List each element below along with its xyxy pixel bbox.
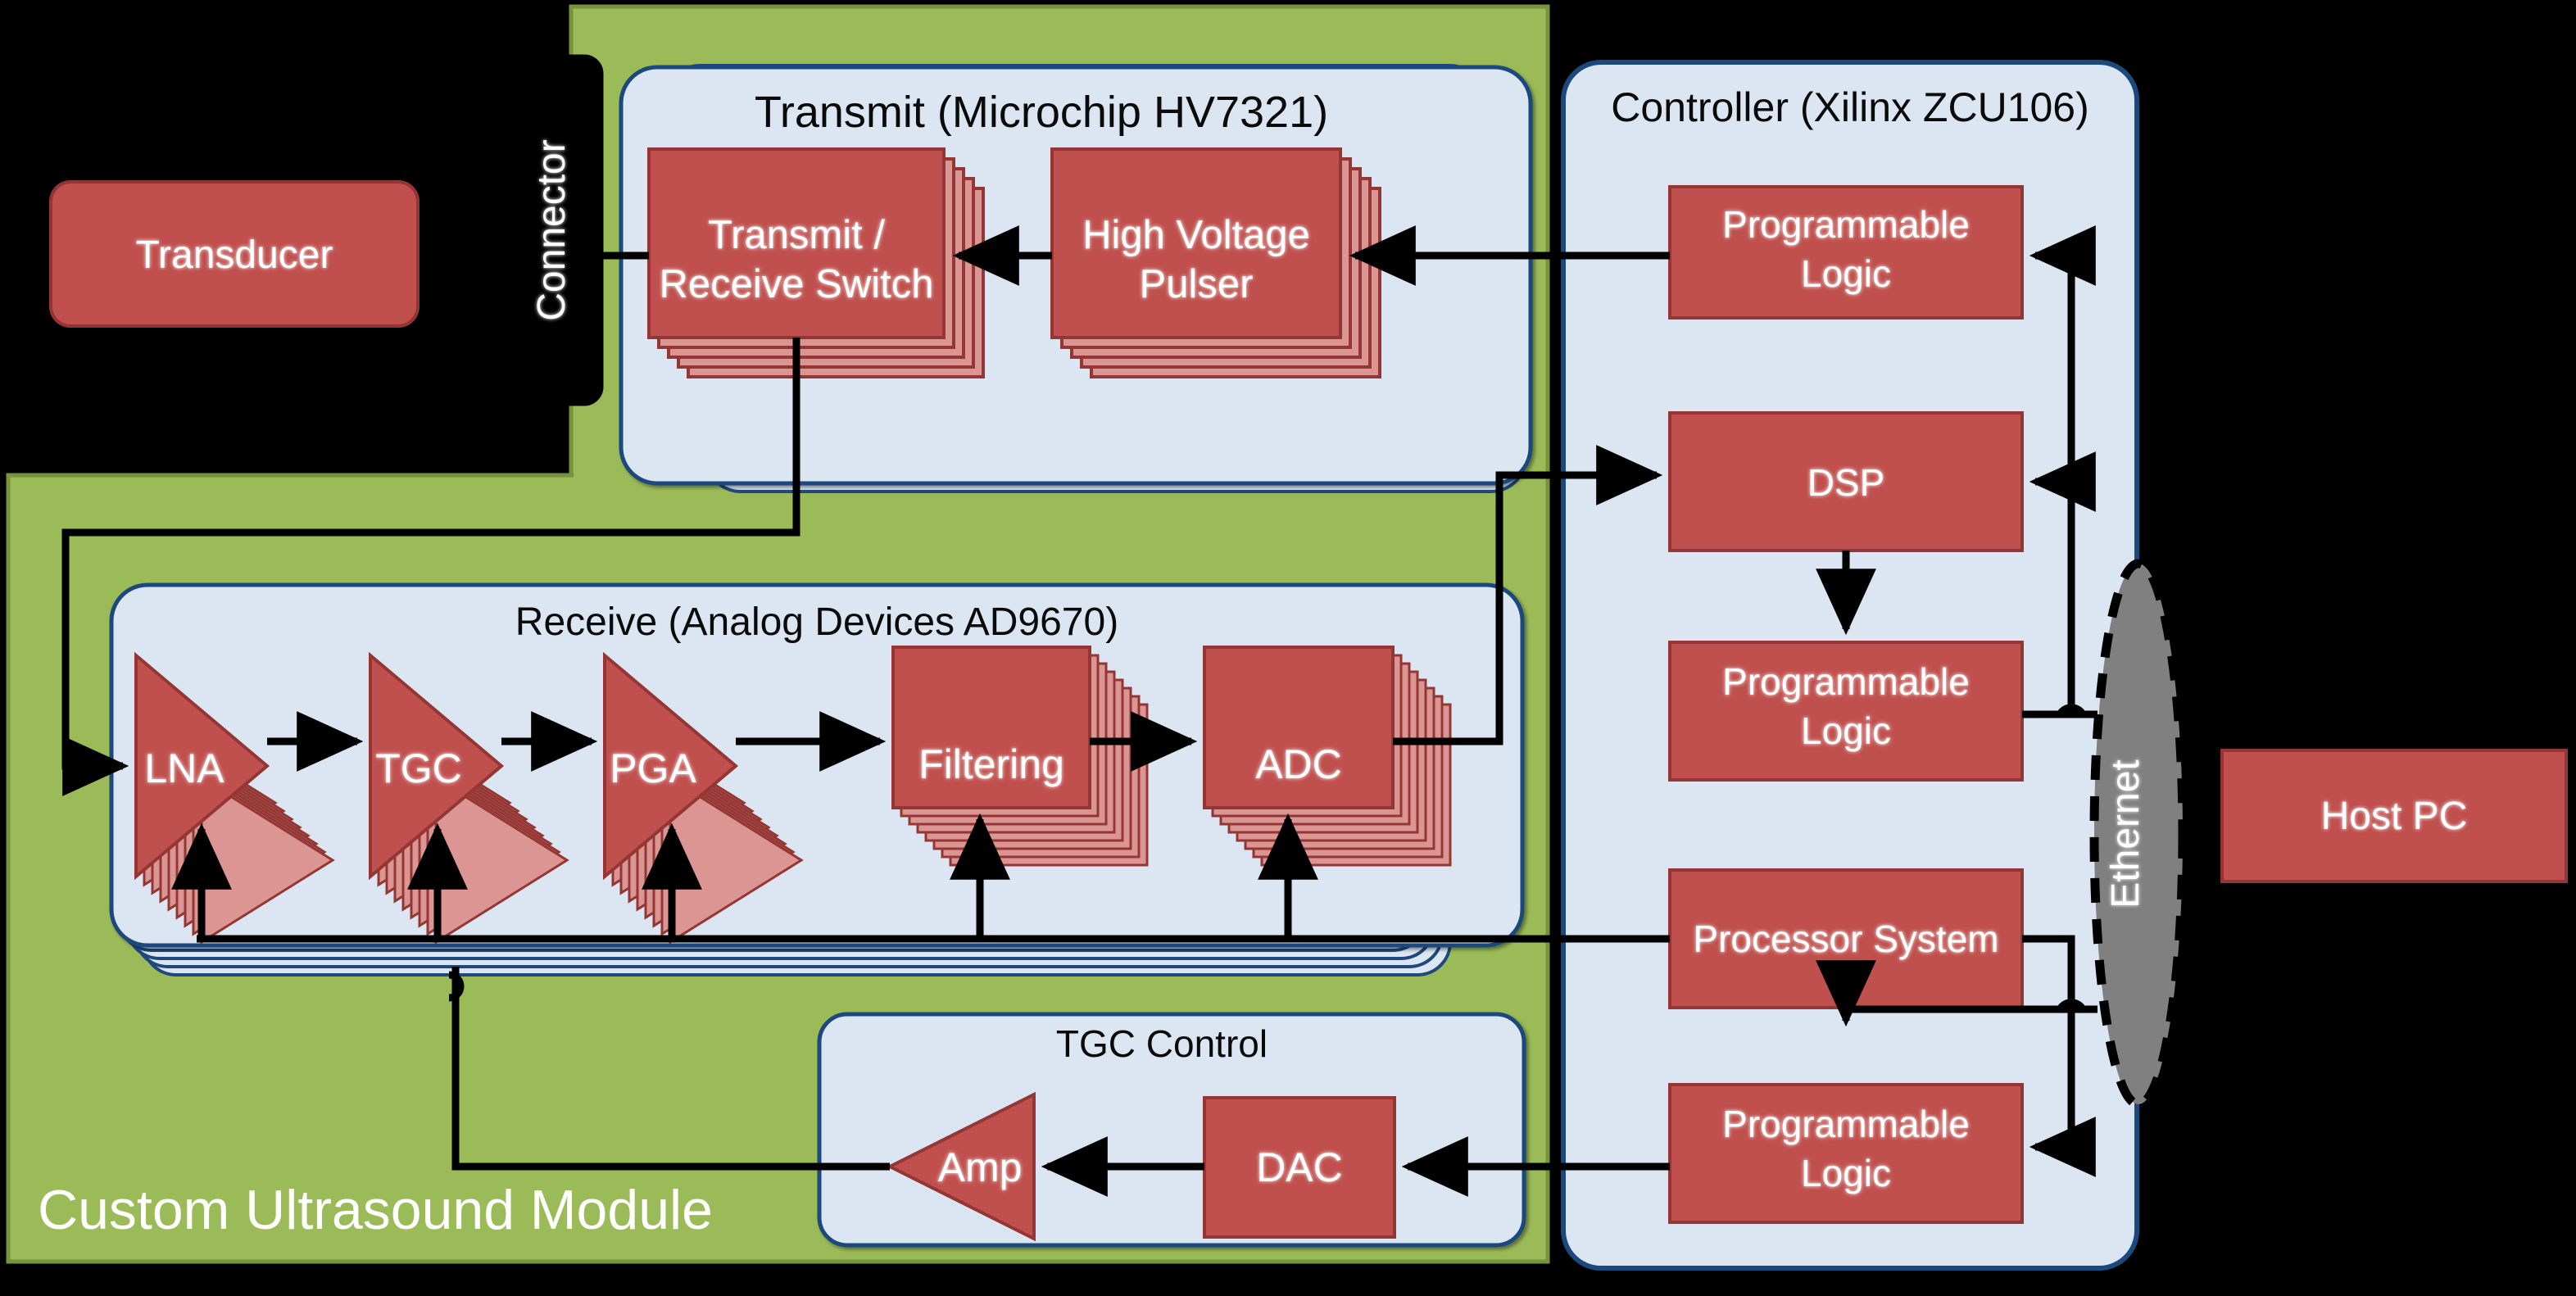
transmit-receive-switch-line1: Transmit / bbox=[708, 213, 885, 257]
pl-top-line2: Logic bbox=[1801, 252, 1891, 295]
connector-block[interactable]: Connector bbox=[525, 54, 604, 406]
module-label: Custom Ultrasound Module bbox=[38, 1179, 713, 1241]
pl-bottom-line2: Logic bbox=[1801, 1152, 1891, 1194]
ethernet-label: Ethernet bbox=[2104, 759, 2147, 908]
pga-label: PGA bbox=[610, 745, 696, 791]
transmit-receive-switch-line2: Receive Switch bbox=[660, 262, 934, 306]
controller-programmable-logic-top-block[interactable]: Programmable Logic bbox=[1668, 185, 2024, 319]
tgc-label: TGC bbox=[375, 745, 462, 791]
transducer-block[interactable]: Transducer bbox=[49, 180, 420, 328]
connector-label: Connector bbox=[530, 139, 574, 320]
adc-label: ADC bbox=[1255, 741, 1342, 787]
dac-label: DAC bbox=[1256, 1144, 1343, 1190]
pl-top-line1: Programmable bbox=[1722, 203, 1970, 246]
pl-bottom-line1: Programmable bbox=[1722, 1103, 1970, 1145]
amp-label: Amp bbox=[938, 1144, 1023, 1190]
controller-dsp-block[interactable]: DSP bbox=[1668, 411, 2024, 552]
high-voltage-pulser-line2: Pulser bbox=[1140, 262, 1254, 306]
receive-panel-title: Receive (Analog Devices AD9670) bbox=[515, 600, 1118, 644]
tgc-control-panel-title: TGC Control bbox=[1056, 1022, 1268, 1065]
processor-system-label: Processor System bbox=[1693, 918, 1998, 960]
dac-block[interactable]: DAC bbox=[1203, 1096, 1396, 1239]
controller-processor-system-block[interactable]: Processor System bbox=[1668, 868, 2024, 1009]
ultrasound-block-diagram: Transmit (Microchip HV7321) Transmit / R… bbox=[0, 0, 2576, 1296]
filtering-label: Filtering bbox=[918, 741, 1064, 787]
controller-programmable-logic-bottom-block[interactable]: Programmable Logic bbox=[1668, 1083, 2024, 1224]
host-pc-block[interactable]: Host PC bbox=[2220, 749, 2568, 883]
pl-mid-line1: Programmable bbox=[1722, 660, 1970, 703]
ethernet-link: Ethernet bbox=[2089, 559, 2188, 1109]
controller-panel-title: Controller (Xilinx ZCU106) bbox=[1611, 84, 2089, 130]
pl-mid-line2: Logic bbox=[1801, 709, 1891, 752]
dsp-label: DSP bbox=[1807, 461, 1885, 504]
high-voltage-pulser-line1: High Voltage bbox=[1082, 213, 1310, 257]
high-voltage-pulser-block[interactable]: High Voltage Pulser bbox=[1050, 147, 1342, 339]
transmit-receive-switch-block[interactable]: Transmit / Receive Switch bbox=[647, 147, 946, 339]
transducer-label: Transducer bbox=[136, 233, 333, 277]
transmit-panel-title: Transmit (Microchip HV7321) bbox=[755, 88, 1328, 137]
adc-block[interactable]: ADC bbox=[1203, 646, 1395, 809]
host-pc-label: Host PC bbox=[2321, 795, 2468, 838]
filtering-block[interactable]: Filtering bbox=[891, 646, 1091, 809]
controller-programmable-logic-mid-block[interactable]: Programmable Logic bbox=[1668, 641, 2024, 782]
lna-label: LNA bbox=[144, 745, 224, 791]
